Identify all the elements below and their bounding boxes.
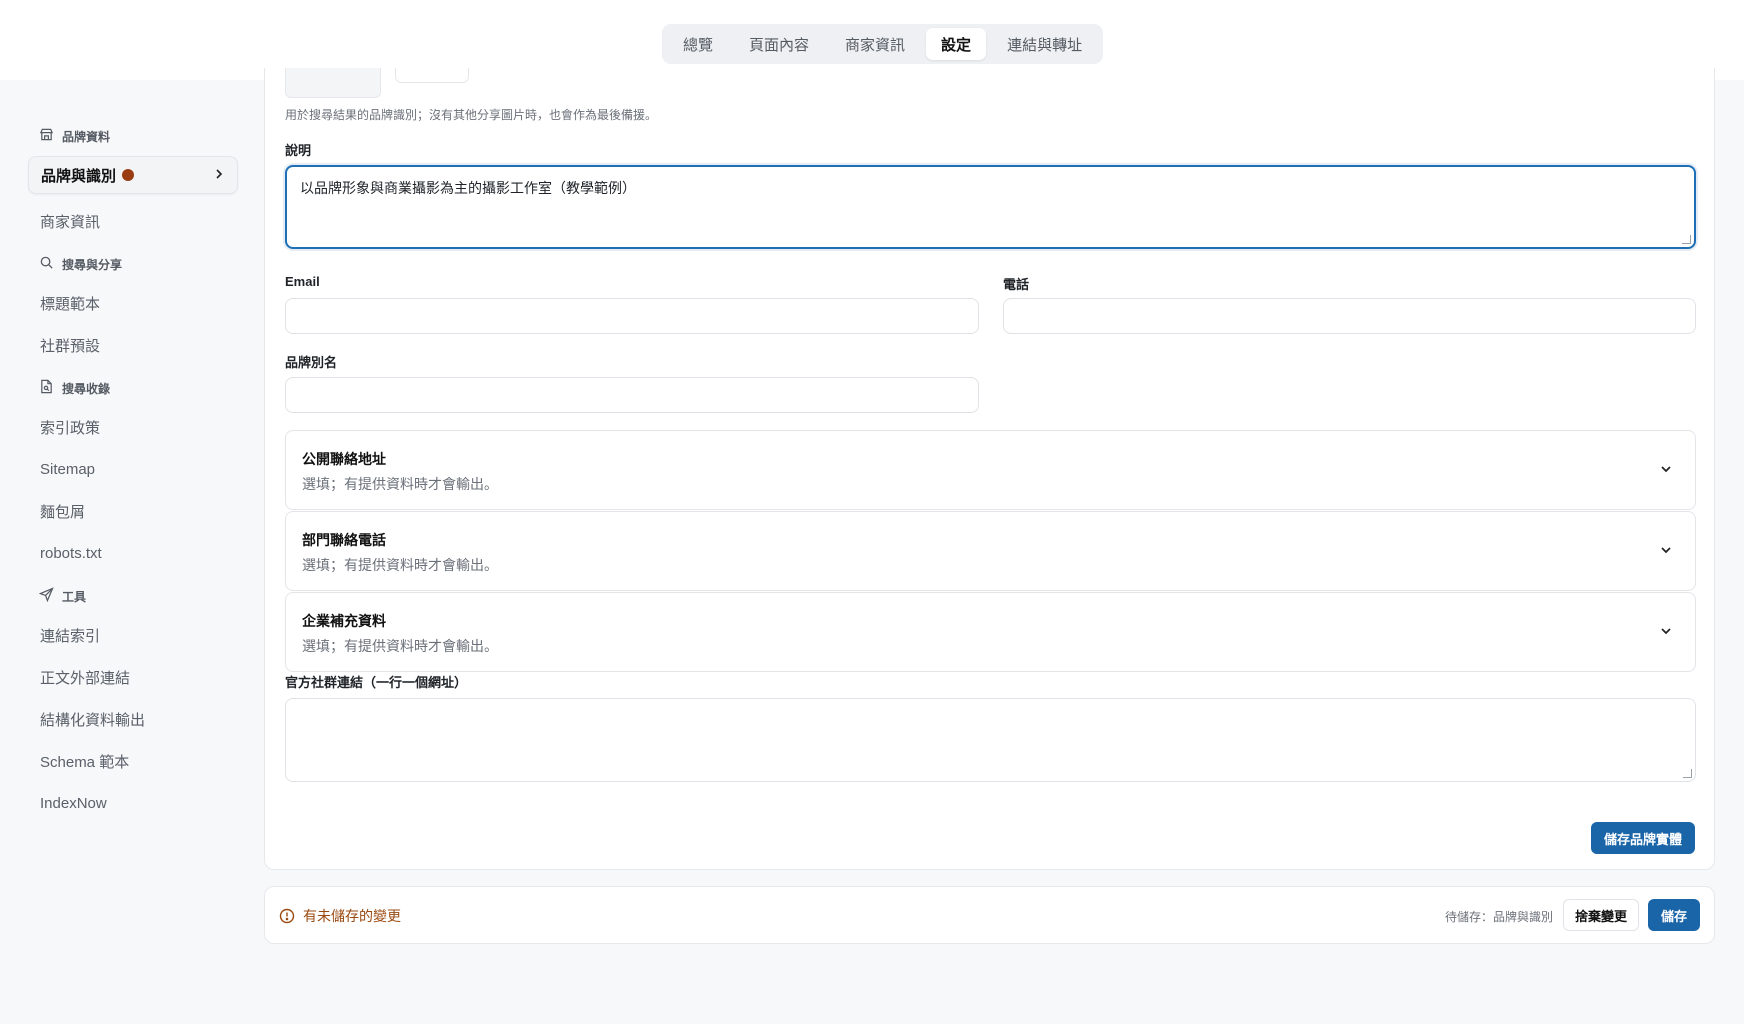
sidebar-item-structured-data[interactable]: 結構化資料輸出 xyxy=(28,698,238,740)
sidebar-section-title: 工具 xyxy=(62,589,87,604)
accordion-title: 公開聯絡地址 xyxy=(302,451,386,467)
tab-links-redirects[interactable]: 連結與轉址 xyxy=(992,28,1097,60)
sidebar-section-search-share: 搜尋與分享 xyxy=(28,246,238,282)
accordion-title: 部門聯絡電話 xyxy=(302,532,386,548)
sidebar-section-tools: 工具 xyxy=(28,578,238,614)
pending-save-text: 待儲存：品牌與識別 xyxy=(1445,910,1554,924)
sidebar-item-index-policy[interactable]: 索引政策 xyxy=(28,406,238,448)
unsaved-status: 有未儲存的變更 xyxy=(279,906,401,926)
chevron-down-icon xyxy=(1661,628,1671,635)
sidebar-item-social-defaults[interactable]: 社群預設 xyxy=(28,324,238,366)
sidebar-item-robots[interactable]: robots.txt xyxy=(28,532,238,574)
sidebar-section-brand: 品牌資料 xyxy=(28,118,238,154)
sidebar-section-title: 搜尋與分享 xyxy=(62,257,123,272)
sidebar-item-brand-identity[interactable]: 品牌與識別 xyxy=(28,156,238,194)
sidebar-item-title-templates[interactable]: 標題範本 xyxy=(28,282,238,324)
resize-handle-icon[interactable] xyxy=(1683,769,1692,778)
accordion-public-address[interactable]: 公開聯絡地址 選填；有提供資料時才會輸出。 xyxy=(285,430,1696,510)
brand-identity-form-card: 用於搜尋結果的品牌識別；沒有其他分享圖片時，也會作為最後備援。 說明 以品牌形象… xyxy=(264,68,1715,870)
accordion-subtitle: 選填；有提供資料時才會輸出。 xyxy=(302,476,498,492)
accordion-company-details[interactable]: 企業補充資料 選填；有提供資料時才會輸出。 xyxy=(285,592,1696,672)
logo-hint-text: 用於搜尋結果的品牌識別；沒有其他分享圖片時，也會作為最後備援。 xyxy=(285,108,658,122)
description-label: 說明 xyxy=(285,143,312,158)
accordion-title: 企業補充資料 xyxy=(302,613,386,629)
tab-settings[interactable]: 設定 xyxy=(926,28,987,60)
sidebar-item-external-links[interactable]: 正文外部連結 xyxy=(28,656,238,698)
unsaved-indicator-dot xyxy=(122,169,135,181)
social-links-textarea[interactable] xyxy=(285,698,1696,782)
sidebar-item-link-index[interactable]: 連結索引 xyxy=(28,614,238,656)
sidebar-section-title: 搜尋收錄 xyxy=(62,381,111,396)
accordion-department-phone[interactable]: 部門聯絡電話 選填；有提供資料時才會輸出。 xyxy=(285,511,1696,591)
email-label: Email xyxy=(285,274,320,289)
accordion-subtitle: 選填；有提供資料時才會輸出。 xyxy=(302,557,498,573)
tab-overview[interactable]: 總覽 xyxy=(668,28,728,60)
phone-field[interactable] xyxy=(1003,298,1696,334)
sidebar-item-breadcrumbs[interactable]: 麵包屑 xyxy=(28,490,238,532)
chevron-down-icon xyxy=(1661,547,1671,554)
main-tabs: 總覽 頁面內容 商家資訊 設定 連結與轉址 xyxy=(662,24,1104,64)
alias-field[interactable] xyxy=(285,377,979,413)
file-search-icon xyxy=(39,379,54,397)
sidebar-item-schema-templates[interactable]: Schema 範本 xyxy=(28,740,238,782)
search-icon xyxy=(39,255,54,273)
description-textarea[interactable]: 以品牌形象與商業攝影為主的攝影工作室（教學範例） xyxy=(285,165,1696,249)
chevron-right-icon xyxy=(213,167,225,184)
save-button[interactable]: 儲存 xyxy=(1648,899,1700,931)
sidebar-section-indexing: 搜尋收錄 xyxy=(28,370,238,406)
settings-sidebar: 品牌資料 品牌與識別 商家資訊 搜尋與分享 標題範本 社群預設 搜尋收錄 索引政… xyxy=(28,118,238,824)
accordion-subtitle: 選填；有提供資料時才會輸出。 xyxy=(302,638,498,654)
logo-remove-button[interactable] xyxy=(395,68,469,83)
description-value: 以品牌形象與商業攝影為主的攝影工作室（教學範例） xyxy=(300,180,636,196)
unsaved-text: 有未儲存的變更 xyxy=(303,908,401,924)
unsaved-changes-bar: 有未儲存的變更 待儲存：品牌與識別 捨棄變更 儲存 xyxy=(264,886,1715,944)
tab-business-info[interactable]: 商家資訊 xyxy=(830,28,920,60)
resize-handle-icon[interactable] xyxy=(1682,235,1691,244)
sidebar-item-business-info[interactable]: 商家資訊 xyxy=(28,200,238,242)
send-icon xyxy=(38,587,54,605)
phone-label: 電話 xyxy=(1003,277,1030,292)
sidebar-section-title: 品牌資料 xyxy=(62,129,111,144)
sidebar-item-indexnow[interactable]: IndexNow xyxy=(28,782,238,824)
save-brand-entity-button[interactable]: 儲存品牌實體 xyxy=(1591,822,1695,854)
chevron-down-icon xyxy=(1661,466,1671,473)
social-links-label: 官方社群連結（一行一個網址） xyxy=(285,675,468,690)
sidebar-item-label: 品牌與識別 xyxy=(41,167,117,185)
tab-page-content[interactable]: 頁面內容 xyxy=(734,28,824,60)
logo-upload-button[interactable] xyxy=(285,68,381,98)
store-icon xyxy=(39,127,54,145)
sidebar-item-sitemap[interactable]: Sitemap xyxy=(28,448,238,490)
email-field[interactable] xyxy=(285,298,979,334)
alias-label: 品牌別名 xyxy=(285,355,338,370)
alert-circle-icon xyxy=(279,908,295,924)
discard-changes-button[interactable]: 捨棄變更 xyxy=(1563,899,1639,931)
